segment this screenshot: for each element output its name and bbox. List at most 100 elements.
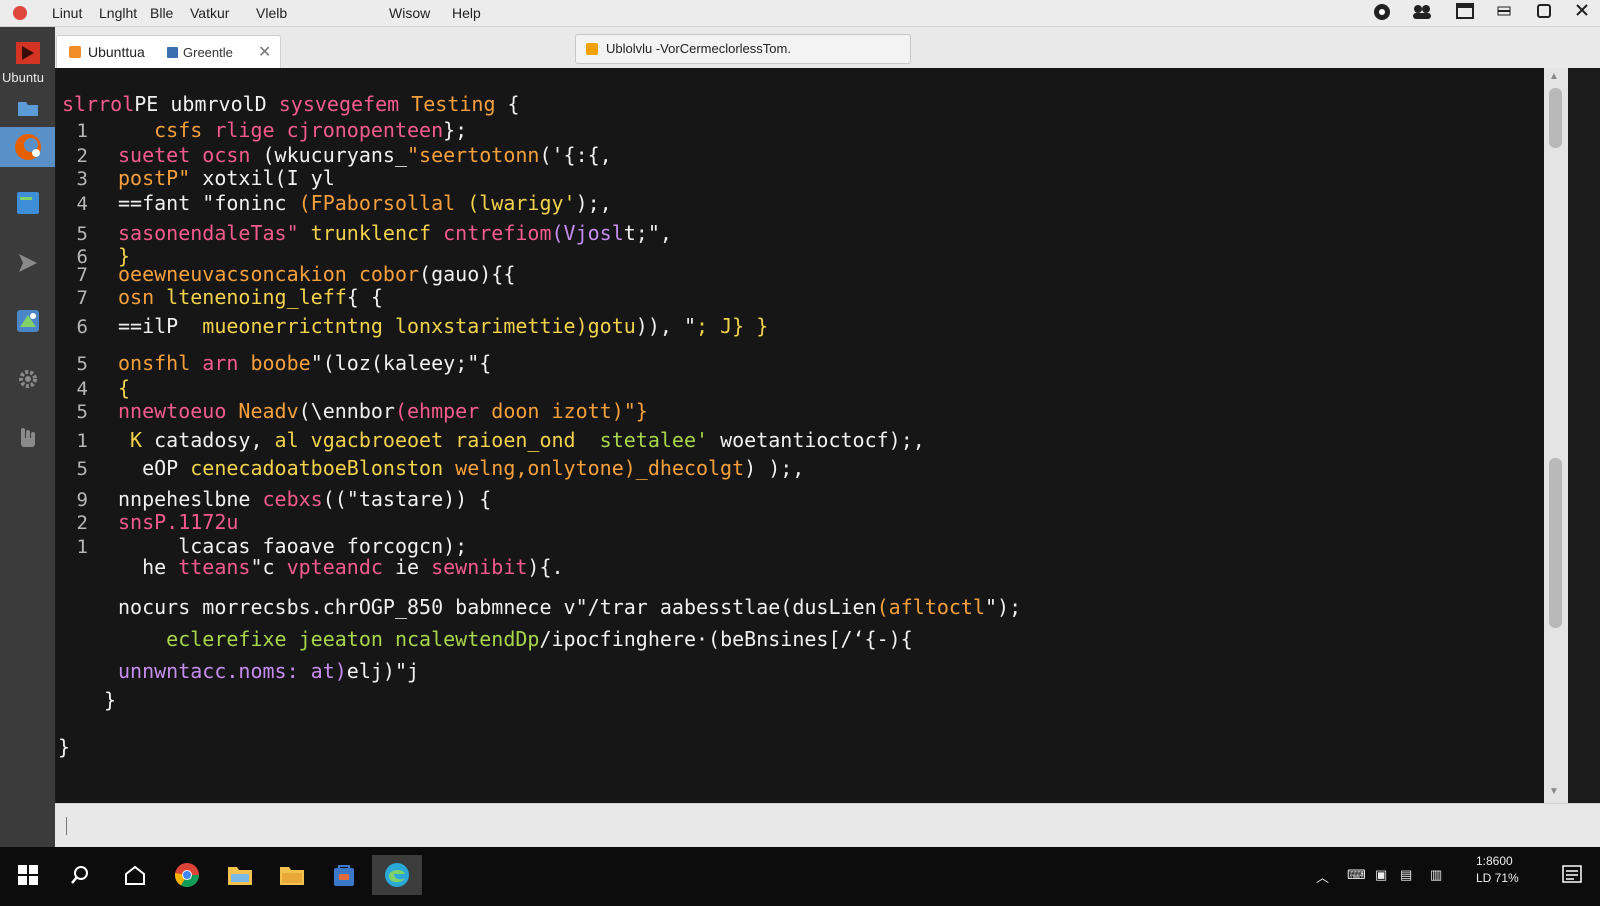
- code-token: sasonendaleTas": [118, 221, 311, 245]
- code-line: eclerefixe jeeaton ncalewtendDp/ipocfing…: [118, 627, 913, 651]
- file-explorer-icon[interactable]: [218, 855, 262, 895]
- sidebar-label: Ubuntu: [2, 70, 44, 85]
- tab-second-window[interactable]: Ublolvlu -VorCermeclorlessTom.: [575, 34, 911, 64]
- maximize-icon[interactable]: [1534, 3, 1554, 23]
- tab-close-icon[interactable]: ✕: [258, 42, 271, 62]
- code-token: cjronopenteen: [286, 118, 444, 142]
- files-icon[interactable]: [8, 93, 48, 123]
- scroll-up-icon[interactable]: ▲: [1549, 71, 1559, 82]
- code-token: xotxil(I yl: [202, 166, 335, 190]
- tab-bar: Ubunttua Greentle ✕ Ublolvlu -VorCermecl…: [55, 27, 1600, 68]
- line-number: 9: [76, 489, 88, 511]
- tab-ubunttua[interactable]: Ubunttua Greentle ✕: [56, 35, 281, 68]
- line-number: 5: [76, 401, 88, 423]
- code-line: onsfhl arn boobe"(loz(kaleey;"{: [118, 351, 491, 375]
- code-token: "(loz(kaleey: [310, 351, 456, 375]
- notifications-icon[interactable]: [1550, 855, 1594, 895]
- folder-icon[interactable]: [270, 855, 314, 895]
- code-line: csfs rlige cjronopenteen};: [118, 118, 467, 142]
- code-token: ('{:{,: [539, 143, 612, 167]
- code-token: cobor: [358, 262, 420, 286]
- code-line: unnwntacc.noms: at)elj)"j: [118, 659, 419, 683]
- code-token: }: [104, 688, 117, 712]
- menu-item-help[interactable]: Help: [452, 5, 481, 21]
- menu-item-wisow[interactable]: Wisow: [389, 5, 430, 21]
- code-token: )), ": [635, 314, 696, 338]
- code-token: ie: [394, 555, 432, 579]
- settings-icon[interactable]: [8, 361, 48, 397]
- display-icon[interactable]: ▤: [1400, 867, 1412, 883]
- record-icon[interactable]: [1372, 3, 1392, 23]
- code-token: ");: [985, 595, 1022, 619]
- code-token: );,: [575, 191, 612, 215]
- code-token: woetantioctocf);,: [720, 428, 925, 452]
- menu-item-linut[interactable]: Linut: [52, 5, 82, 21]
- volume-icon[interactable]: ▥: [1430, 867, 1442, 883]
- hand-icon[interactable]: [8, 419, 48, 455]
- code-token: )"j: [382, 659, 420, 683]
- tab-title: Ubunttua: [88, 44, 145, 60]
- code-line: ==ilP mueonerrictntng lonxstarimettie)go…: [118, 314, 768, 338]
- code-token: raioen_ond: [455, 428, 600, 452]
- code-editor[interactable]: slrrolPE ubmrvolD sysvegefem Testing {1 …: [56, 68, 1544, 803]
- code-token: ltenenoing_leff: [166, 285, 347, 309]
- menu-item-blle[interactable]: Blle: [150, 5, 173, 21]
- clock[interactable]: 1:8600 LD 71%: [1476, 853, 1519, 887]
- send-icon[interactable]: [8, 245, 48, 281]
- line-number: 4: [76, 193, 88, 215]
- firefox-icon[interactable]: [0, 127, 55, 167]
- code-token: ;"{: [455, 351, 492, 375]
- task-view-icon[interactable]: [113, 855, 157, 895]
- code-token: trunklencf: [310, 221, 444, 245]
- code-line: }: [58, 735, 70, 759]
- code-token: boobe: [250, 351, 311, 375]
- document-icon[interactable]: [8, 185, 48, 221]
- keyboard-icon[interactable]: ⌨: [1347, 867, 1366, 883]
- windows-start-icon[interactable]: [6, 855, 50, 895]
- ubuntu-logo-icon[interactable]: [8, 35, 48, 71]
- menu-item-lnglht[interactable]: Lnglht: [99, 5, 137, 21]
- code-line: nnewtoeuo Neadv(\ennbor(ehmper doon izot…: [118, 399, 648, 423]
- scroll-thumb[interactable]: [1549, 458, 1562, 628]
- code-token: (wkucuryans_: [262, 143, 408, 167]
- code-token: nnewtoeuo: [118, 399, 239, 423]
- code-line: he tteans"c vpteandc ie sewnibit){.: [118, 555, 564, 579]
- minimize-icon[interactable]: [1494, 3, 1514, 23]
- code-token: nocurs: [118, 595, 203, 619]
- code-token: K: [118, 428, 155, 452]
- code-token: };: [443, 118, 468, 142]
- code-token: al vgacbroeoet: [274, 428, 456, 452]
- tray-chevron-icon[interactable]: ︿: [1316, 867, 1329, 886]
- code-line: nocurs morrecsbs.chrOGP_850 babmnece v"/…: [118, 595, 1021, 619]
- line-number: 1: [76, 430, 88, 452]
- code-token: stetalee': [599, 428, 721, 452]
- code-line: suetet ocsn (wkucuryans_"seertotonn('{:{…: [118, 143, 612, 167]
- search-icon[interactable]: [58, 855, 102, 895]
- code-token: ){.: [527, 555, 564, 579]
- close-dot-icon[interactable]: [13, 6, 27, 20]
- code-token: cntrefiom: [443, 221, 552, 245]
- edge-icon[interactable]: [372, 855, 422, 895]
- window-layout-icon[interactable]: [1455, 3, 1475, 23]
- code-line: slrrolPE ubmrvolD sysvegefem Testing {: [62, 92, 520, 116]
- network-icon[interactable]: ▣: [1375, 867, 1387, 883]
- menu-item-vlelb[interactable]: Vlelb: [256, 5, 287, 21]
- maps-icon[interactable]: [8, 303, 48, 339]
- scroll-thumb-top[interactable]: [1549, 88, 1562, 148]
- code-token: "foninc: [202, 191, 299, 215]
- code-token: Neadv: [238, 399, 299, 423]
- code-token: }: [58, 735, 71, 759]
- close-icon[interactable]: [1572, 3, 1592, 23]
- chrome-icon[interactable]: [165, 855, 209, 895]
- menu-item-vatkur[interactable]: Vatkur: [190, 5, 229, 21]
- store-icon[interactable]: [322, 855, 366, 895]
- scroll-down-icon[interactable]: ▼: [1549, 786, 1559, 797]
- vertical-scrollbar[interactable]: ▲ ▼: [1544, 68, 1568, 803]
- line-number: 7: [76, 287, 88, 309]
- code-token: "seertotonn: [407, 143, 540, 167]
- people-icon[interactable]: [1411, 3, 1431, 23]
- code-token: Testing: [411, 92, 508, 116]
- code-token: postP": [118, 166, 203, 190]
- code-token: morrecsbs.chrOGP_850: [202, 595, 456, 619]
- code-token: (gauo){{: [419, 262, 516, 286]
